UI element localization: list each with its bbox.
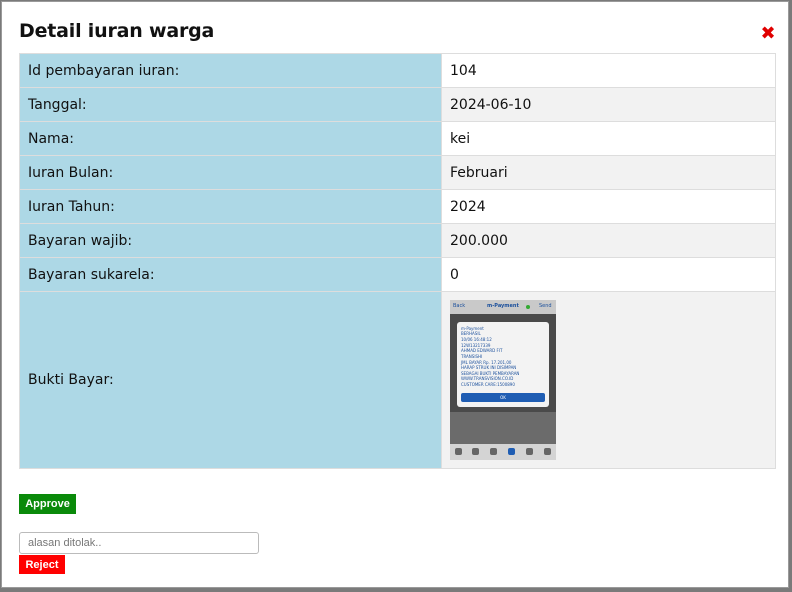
proof-header-text: m-Payment	[487, 303, 519, 309]
table-row: Iuran Bulan: Februari	[19, 155, 776, 190]
proof-ok-button: OK	[461, 393, 545, 402]
row-label: Bayaran wajib:	[19, 223, 442, 258]
proof-back-text: Back	[453, 303, 466, 309]
table-row: Bayaran wajib: 200.000	[19, 223, 776, 258]
modal-title: Detail iuran warga	[19, 20, 215, 42]
row-label: Bayaran sukarela:	[19, 257, 442, 292]
row-value: 104	[441, 53, 776, 88]
table-row: Nama: kei	[19, 121, 776, 156]
row-label: Iuran Bulan:	[19, 155, 442, 190]
proof-line: HARAP STRUK INI DISIMPAN	[461, 365, 517, 370]
row-value: 0	[441, 257, 776, 292]
close-icon[interactable]: ✖	[760, 25, 776, 43]
row-label: Nama:	[19, 121, 442, 156]
row-value: 2024-06-10	[441, 87, 776, 122]
row-label: Tanggal:	[19, 87, 442, 122]
proof-send-text: Send	[539, 303, 552, 309]
proof-nav-bar	[450, 444, 556, 460]
row-value: 200.000	[441, 223, 776, 258]
proof-line: TRANSISHI	[461, 354, 483, 359]
proof-dialog: m-Payment BERHASIL 10/06 16:48:12 12W132…	[457, 322, 549, 407]
profile-icon	[544, 448, 551, 455]
detail-modal: Detail iuran warga ✖ Id pembayaran iuran…	[1, 1, 789, 588]
table-row: Iuran Tahun: 2024	[19, 189, 776, 224]
row-value: kei	[441, 121, 776, 156]
account-icon	[472, 448, 479, 455]
transfer-icon	[490, 448, 497, 455]
table-row: Bayaran sukarela: 0	[19, 257, 776, 292]
reject-button[interactable]: Reject	[19, 555, 65, 574]
proof-line: BERHASIL	[461, 331, 481, 336]
payment-icon	[508, 448, 515, 455]
proof-line: CUSTOMER CARE:1500890	[461, 382, 515, 387]
settings-icon	[526, 448, 533, 455]
table-row: Tanggal: 2024-06-10	[19, 87, 776, 122]
proof-line: WWW.TRANSVISION.CO.ID	[461, 376, 514, 381]
row-value: Februari	[441, 155, 776, 190]
detail-table: Id pembayaran iuran: 104 Tanggal: 2024-0…	[19, 53, 776, 469]
approve-button[interactable]: Approve	[19, 494, 76, 514]
proof-line: 10/06 16:48:12	[461, 337, 492, 342]
row-label: Iuran Tahun:	[19, 189, 442, 224]
row-label: Bukti Bayar:	[19, 291, 442, 469]
proof-line: AHMAD EDWARD FIT	[461, 348, 503, 353]
row-label: Id pembayaran iuran:	[19, 53, 442, 88]
proof-header-bar: Back m-Payment Send	[450, 300, 556, 314]
row-value: 2024	[441, 189, 776, 224]
row-value: Back m-Payment Send m-Payment BERHASIL 1…	[441, 291, 776, 469]
status-dot-icon	[526, 305, 530, 309]
table-row-proof: Bukti Bayar: Back m-Payment Send m-Payme…	[19, 291, 776, 469]
payment-proof-image[interactable]: Back m-Payment Send m-Payment BERHASIL 1…	[450, 300, 556, 460]
table-row: Id pembayaran iuran: 104	[19, 53, 776, 88]
home-icon	[455, 448, 462, 455]
proof-background	[450, 412, 556, 444]
reject-reason-input[interactable]	[19, 532, 259, 554]
